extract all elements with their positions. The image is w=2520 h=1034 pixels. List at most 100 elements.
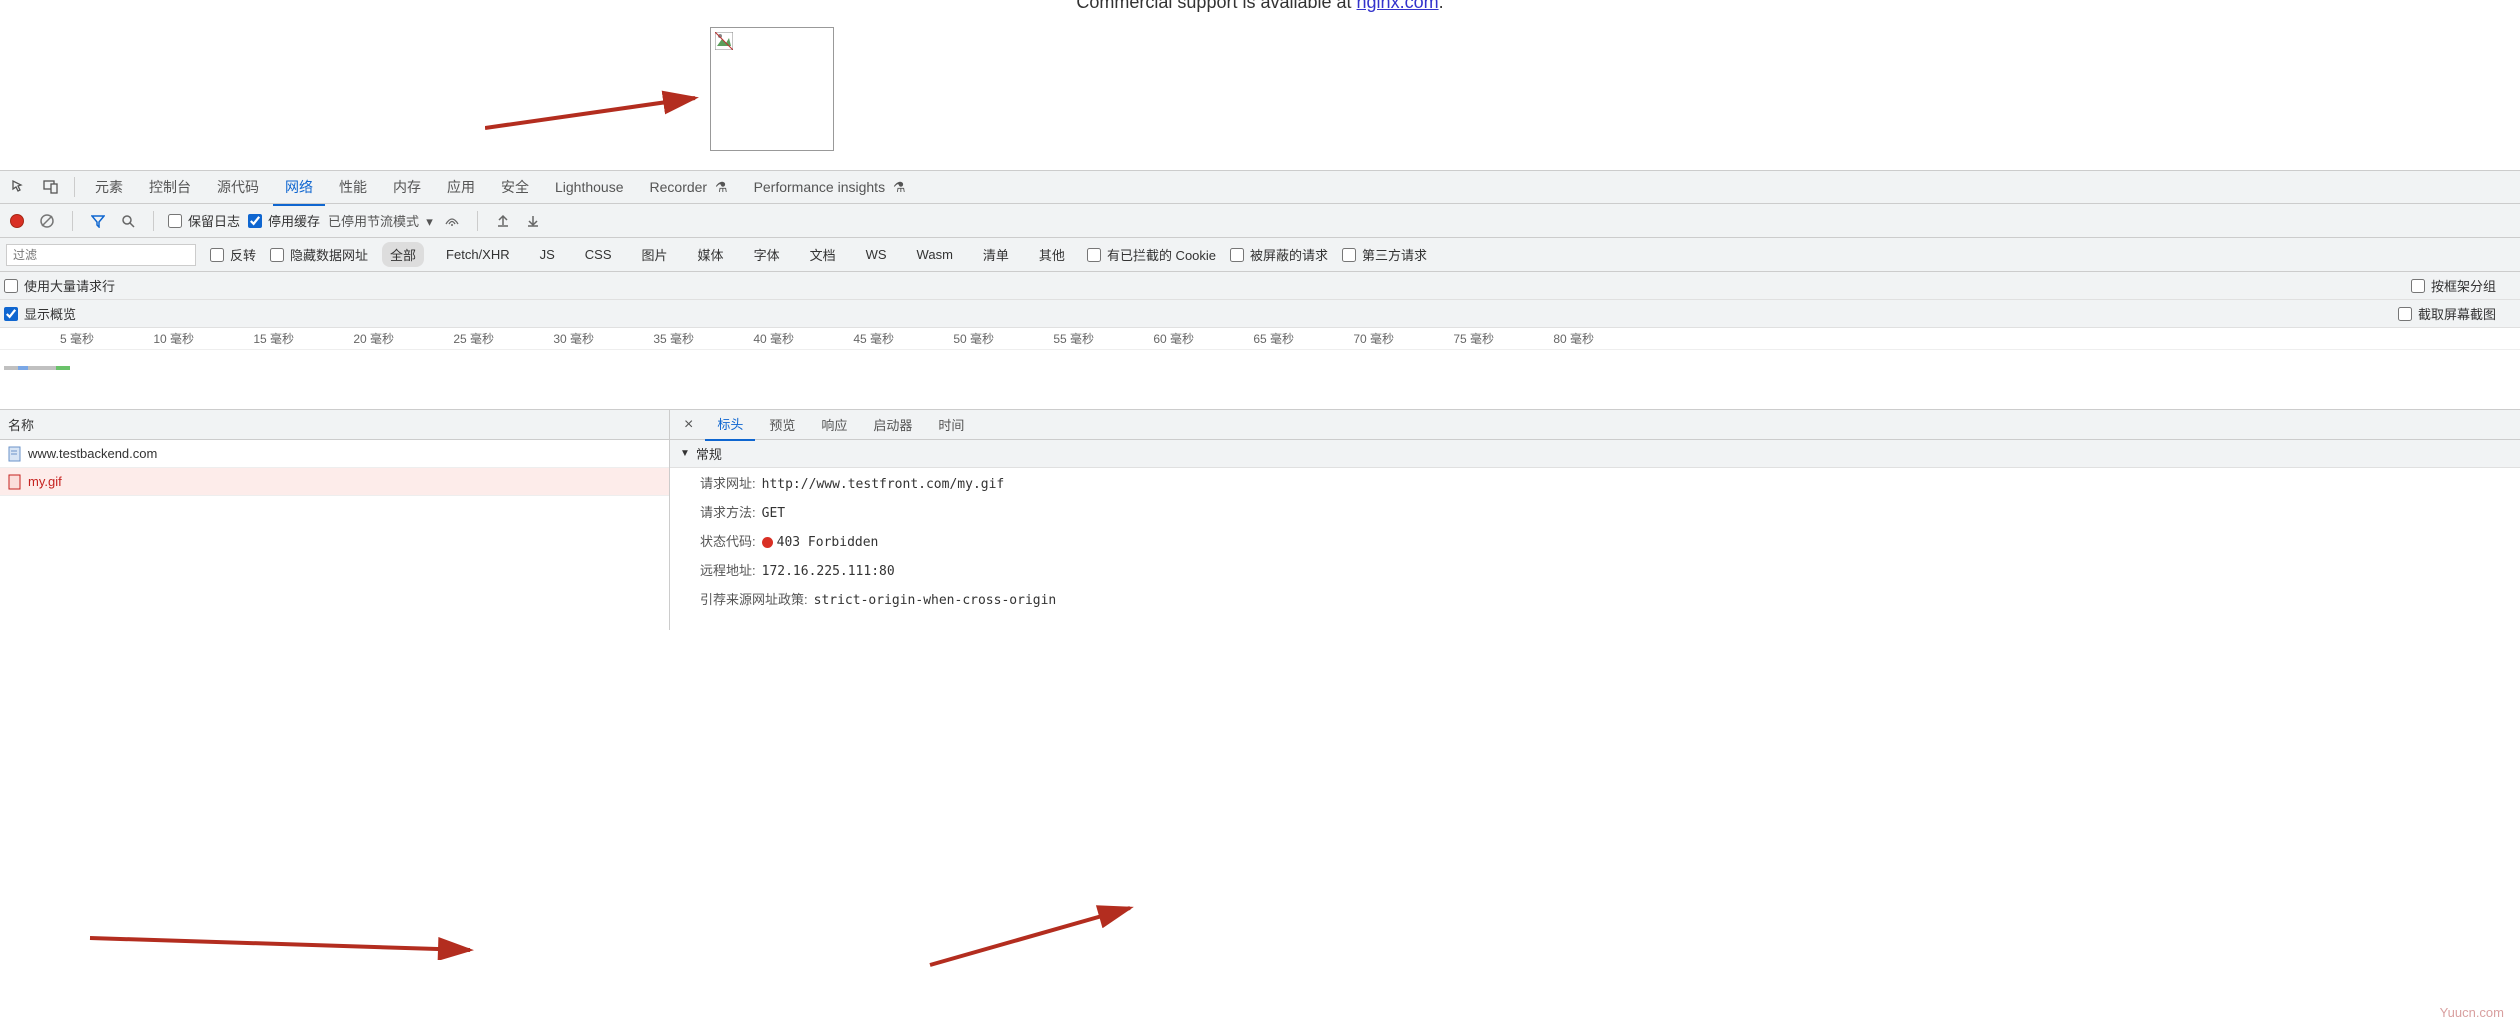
timeline-tick: 35 毫秒 xyxy=(600,328,700,349)
image-file-icon xyxy=(8,474,22,490)
throttle-select[interactable]: 已停用节流模式 ▾ xyxy=(328,211,433,230)
devtools-tabs: 元素 控制台 源代码 网络 性能 内存 应用 安全 Lighthouse Rec… xyxy=(0,170,2520,204)
ftype-img[interactable]: 图片 xyxy=(634,242,676,267)
header-kv-row: 状态代码:403 Forbidden xyxy=(670,526,2520,555)
device-toggle-icon[interactable] xyxy=(40,176,62,198)
filter-input[interactable] xyxy=(6,244,196,266)
tab-lighthouse[interactable]: Lighthouse xyxy=(543,171,636,203)
request-name: my.gif xyxy=(28,474,62,489)
status-error-icon xyxy=(762,537,773,548)
filter-icon[interactable] xyxy=(87,210,109,232)
timeline-tick: 40 毫秒 xyxy=(700,328,800,349)
tab-perf-insights[interactable]: Performance insights ⚗ xyxy=(742,171,918,204)
timeline-tick: 55 毫秒 xyxy=(1000,328,1100,349)
ftype-all[interactable]: 全部 xyxy=(382,242,424,267)
tab-elements[interactable]: 元素 xyxy=(83,169,135,205)
close-icon[interactable]: × xyxy=(674,416,703,434)
ftype-other[interactable]: 其他 xyxy=(1031,242,1073,267)
timeline-tick: 45 毫秒 xyxy=(800,328,900,349)
network-conditions-icon[interactable] xyxy=(441,210,463,232)
annotation-arrow-2 xyxy=(80,920,480,960)
inspect-icon[interactable] xyxy=(8,176,30,198)
section-general[interactable]: ▼常规 xyxy=(670,440,2520,468)
preserve-log-checkbox[interactable]: 保留日志 xyxy=(168,211,240,230)
blocked-cookies-checkbox[interactable]: 有已拦截的 Cookie xyxy=(1087,245,1216,264)
ftype-wasm[interactable]: Wasm xyxy=(909,244,961,265)
ftype-doc[interactable]: 文档 xyxy=(802,242,844,267)
ftype-media[interactable]: 媒体 xyxy=(690,242,732,267)
filter-bar: 反转 隐藏数据网址 全部 Fetch/XHR JS CSS 图片 媒体 字体 文… xyxy=(0,238,2520,272)
tab-application[interactable]: 应用 xyxy=(435,169,487,205)
tab-security[interactable]: 安全 xyxy=(489,169,541,205)
tab-recorder[interactable]: Recorder ⚗ xyxy=(638,171,740,204)
timeline-overview[interactable]: 5 毫秒10 毫秒15 毫秒20 毫秒25 毫秒30 毫秒35 毫秒40 毫秒4… xyxy=(0,328,2520,410)
clear-icon[interactable] xyxy=(36,210,58,232)
timeline-tick: 15 毫秒 xyxy=(200,328,300,349)
timeline-tick: 5 毫秒 xyxy=(0,328,100,349)
timeline-tick: 25 毫秒 xyxy=(400,328,500,349)
group-frame-checkbox[interactable]: 按框架分组 xyxy=(2411,276,2496,295)
broken-image-placeholder xyxy=(710,27,834,151)
header-kv-row: 远程地址:172.16.225.111:80 xyxy=(670,555,2520,584)
broken-image-icon xyxy=(715,32,733,50)
tab-memory[interactable]: 内存 xyxy=(381,169,433,205)
timeline-tick: 10 毫秒 xyxy=(100,328,200,349)
show-overview-checkbox[interactable]: 显示概览 xyxy=(4,304,76,323)
ftype-font[interactable]: 字体 xyxy=(746,242,788,267)
header-kv-row: 请求网址:http://www.testfront.com/my.gif xyxy=(670,468,2520,497)
timeline-tick: 30 毫秒 xyxy=(500,328,600,349)
request-row[interactable]: www.testbackend.com xyxy=(0,440,669,468)
kv-value: GET xyxy=(762,506,785,521)
detail-tabs: × 标头 预览 响应 启动器 时间 xyxy=(670,410,2520,440)
dtab-timing[interactable]: 时间 xyxy=(926,409,976,440)
hide-data-urls-checkbox[interactable]: 隐藏数据网址 xyxy=(270,245,368,264)
import-har-icon[interactable] xyxy=(492,210,514,232)
timeline-tick: 65 毫秒 xyxy=(1200,328,1300,349)
timeline-tick: 70 毫秒 xyxy=(1300,328,1400,349)
kv-value: strict-origin-when-cross-origin xyxy=(814,593,1057,608)
opts-row-1: 使用大量请求行 按框架分组 xyxy=(0,272,2520,300)
kv-key: 请求方法: xyxy=(700,505,756,520)
timeline-tick: 75 毫秒 xyxy=(1400,328,1500,349)
timeline-tick: 50 毫秒 xyxy=(900,328,1000,349)
watermark: Yuucn.com xyxy=(2440,1005,2504,1020)
dtab-initiator[interactable]: 启动器 xyxy=(861,409,924,440)
nginx-support-text: Commercial support is available at nginx… xyxy=(1076,0,1443,13)
ftype-ws[interactable]: WS xyxy=(858,244,895,265)
timeline-tick: 20 毫秒 xyxy=(300,328,400,349)
dtab-response[interactable]: 响应 xyxy=(809,409,859,440)
request-row-error[interactable]: my.gif xyxy=(0,468,669,496)
ftype-css[interactable]: CSS xyxy=(577,244,620,265)
disable-cache-checkbox[interactable]: 停用缓存 xyxy=(248,211,320,230)
timeline-tick: 80 毫秒 xyxy=(1500,328,1600,349)
beaker-icon: ⚗ xyxy=(715,179,728,196)
chevron-down-icon: ▼ xyxy=(680,448,690,459)
third-party-checkbox[interactable]: 第三方请求 xyxy=(1342,245,1427,264)
blocked-requests-checkbox[interactable]: 被屏蔽的请求 xyxy=(1230,245,1328,264)
large-rows-checkbox[interactable]: 使用大量请求行 xyxy=(4,276,115,295)
dtab-preview[interactable]: 预览 xyxy=(757,409,807,440)
tab-network[interactable]: 网络 xyxy=(273,169,325,206)
export-har-icon[interactable] xyxy=(522,210,544,232)
invert-checkbox[interactable]: 反转 xyxy=(210,245,256,264)
annotation-arrow-1 xyxy=(485,88,715,138)
tab-console[interactable]: 控制台 xyxy=(137,169,203,205)
kv-value: http://www.testfront.com/my.gif xyxy=(762,477,1005,492)
screenshots-checkbox[interactable]: 截取屏幕截图 xyxy=(2398,304,2496,323)
nginx-link[interactable]: nginx.com xyxy=(1357,0,1439,12)
opts-row-2: 显示概览 截取屏幕截图 xyxy=(0,300,2520,328)
document-icon xyxy=(8,446,22,462)
tab-performance[interactable]: 性能 xyxy=(327,169,379,205)
ftype-fetch[interactable]: Fetch/XHR xyxy=(438,244,518,265)
header-kv-row: 请求方法: GET xyxy=(670,497,2520,526)
page-content-area: Commercial support is available at nginx… xyxy=(0,0,2520,170)
tab-sources[interactable]: 源代码 xyxy=(205,169,271,205)
list-header-name[interactable]: 名称 xyxy=(0,410,669,440)
dtab-headers[interactable]: 标头 xyxy=(705,408,755,441)
ftype-manifest[interactable]: 清单 xyxy=(975,242,1017,267)
record-button[interactable] xyxy=(6,210,28,232)
kv-value: 172.16.225.111:80 xyxy=(762,564,895,579)
ftype-js[interactable]: JS xyxy=(532,244,563,265)
request-list-pane: 名称 www.testbackend.com my.gif xyxy=(0,410,670,630)
search-icon[interactable] xyxy=(117,210,139,232)
